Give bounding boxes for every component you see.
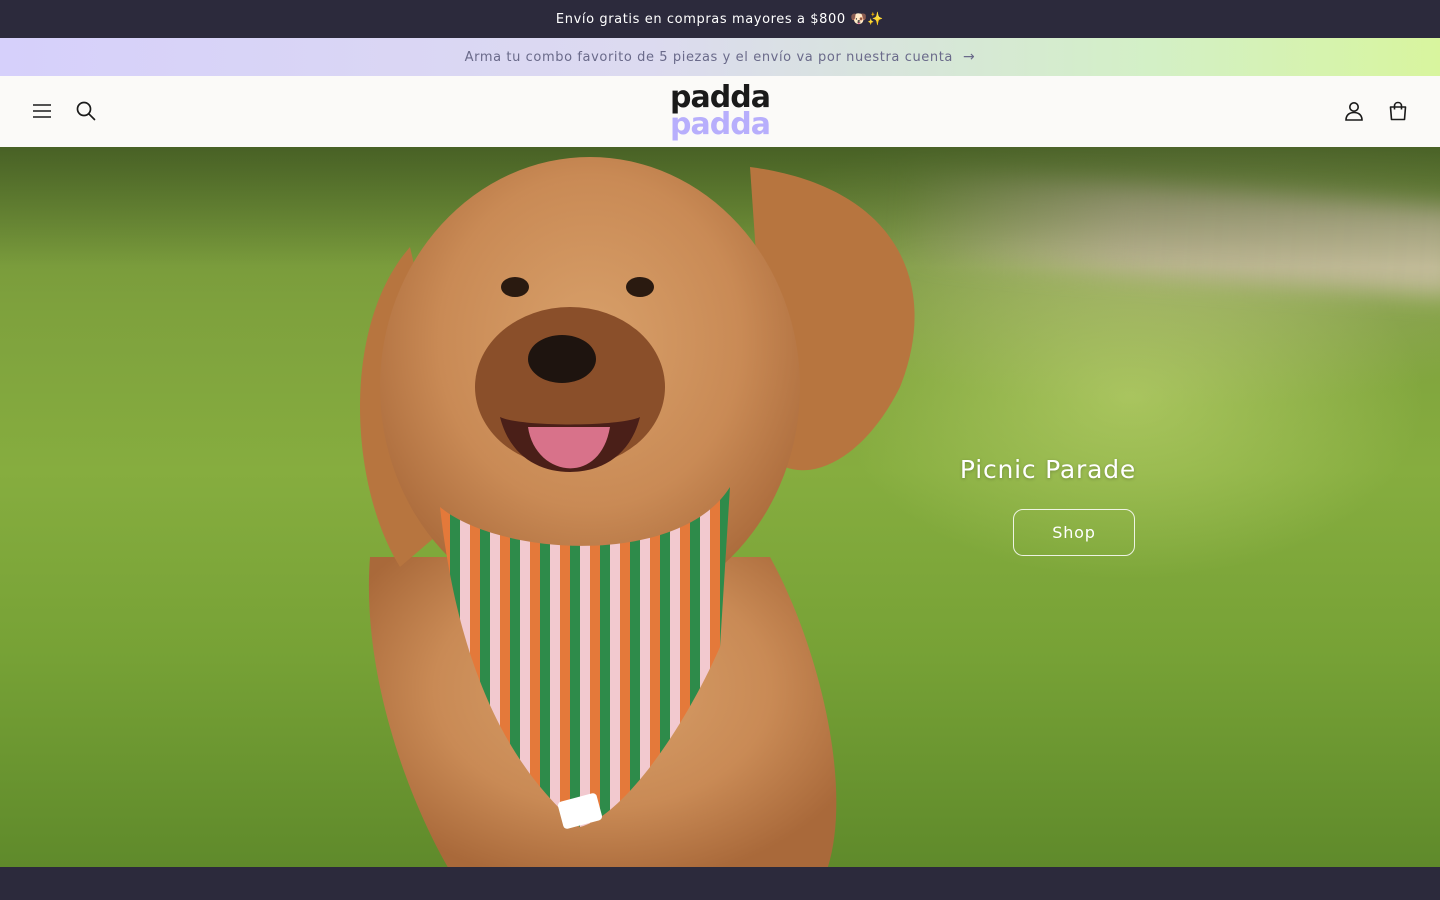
search-icon <box>76 101 96 121</box>
site-header: padda padda <box>0 76 1440 147</box>
dog-photo <box>360 157 915 867</box>
announcement-text: Envío gratis en compras mayores a $800 🐶… <box>555 11 885 27</box>
shop-button[interactable]: Shop <box>1013 509 1135 556</box>
promo-bar[interactable]: Arma tu combo favorito de 5 piezas y el … <box>0 38 1440 76</box>
menu-button[interactable] <box>20 89 64 133</box>
cart-icon <box>1389 101 1407 121</box>
page-bottom-strip <box>0 867 1440 900</box>
announcement-bar: Envío gratis en compras mayores a $800 🐶… <box>0 0 1440 38</box>
account-button[interactable] <box>1332 89 1376 133</box>
promo-text[interactable]: Arma tu combo favorito de 5 piezas y el … <box>465 50 953 65</box>
brand-logo[interactable]: padda padda <box>660 80 780 142</box>
menu-icon <box>33 104 51 118</box>
hero-title: Picnic Parade <box>959 455 1137 484</box>
logo-line-2: padda <box>670 107 771 142</box>
search-button[interactable] <box>64 89 108 133</box>
account-icon <box>1345 102 1363 121</box>
arrow-right-icon: → <box>963 49 976 65</box>
cart-button[interactable] <box>1376 89 1420 133</box>
hero-banner: Picnic Parade Shop <box>0 147 1440 867</box>
